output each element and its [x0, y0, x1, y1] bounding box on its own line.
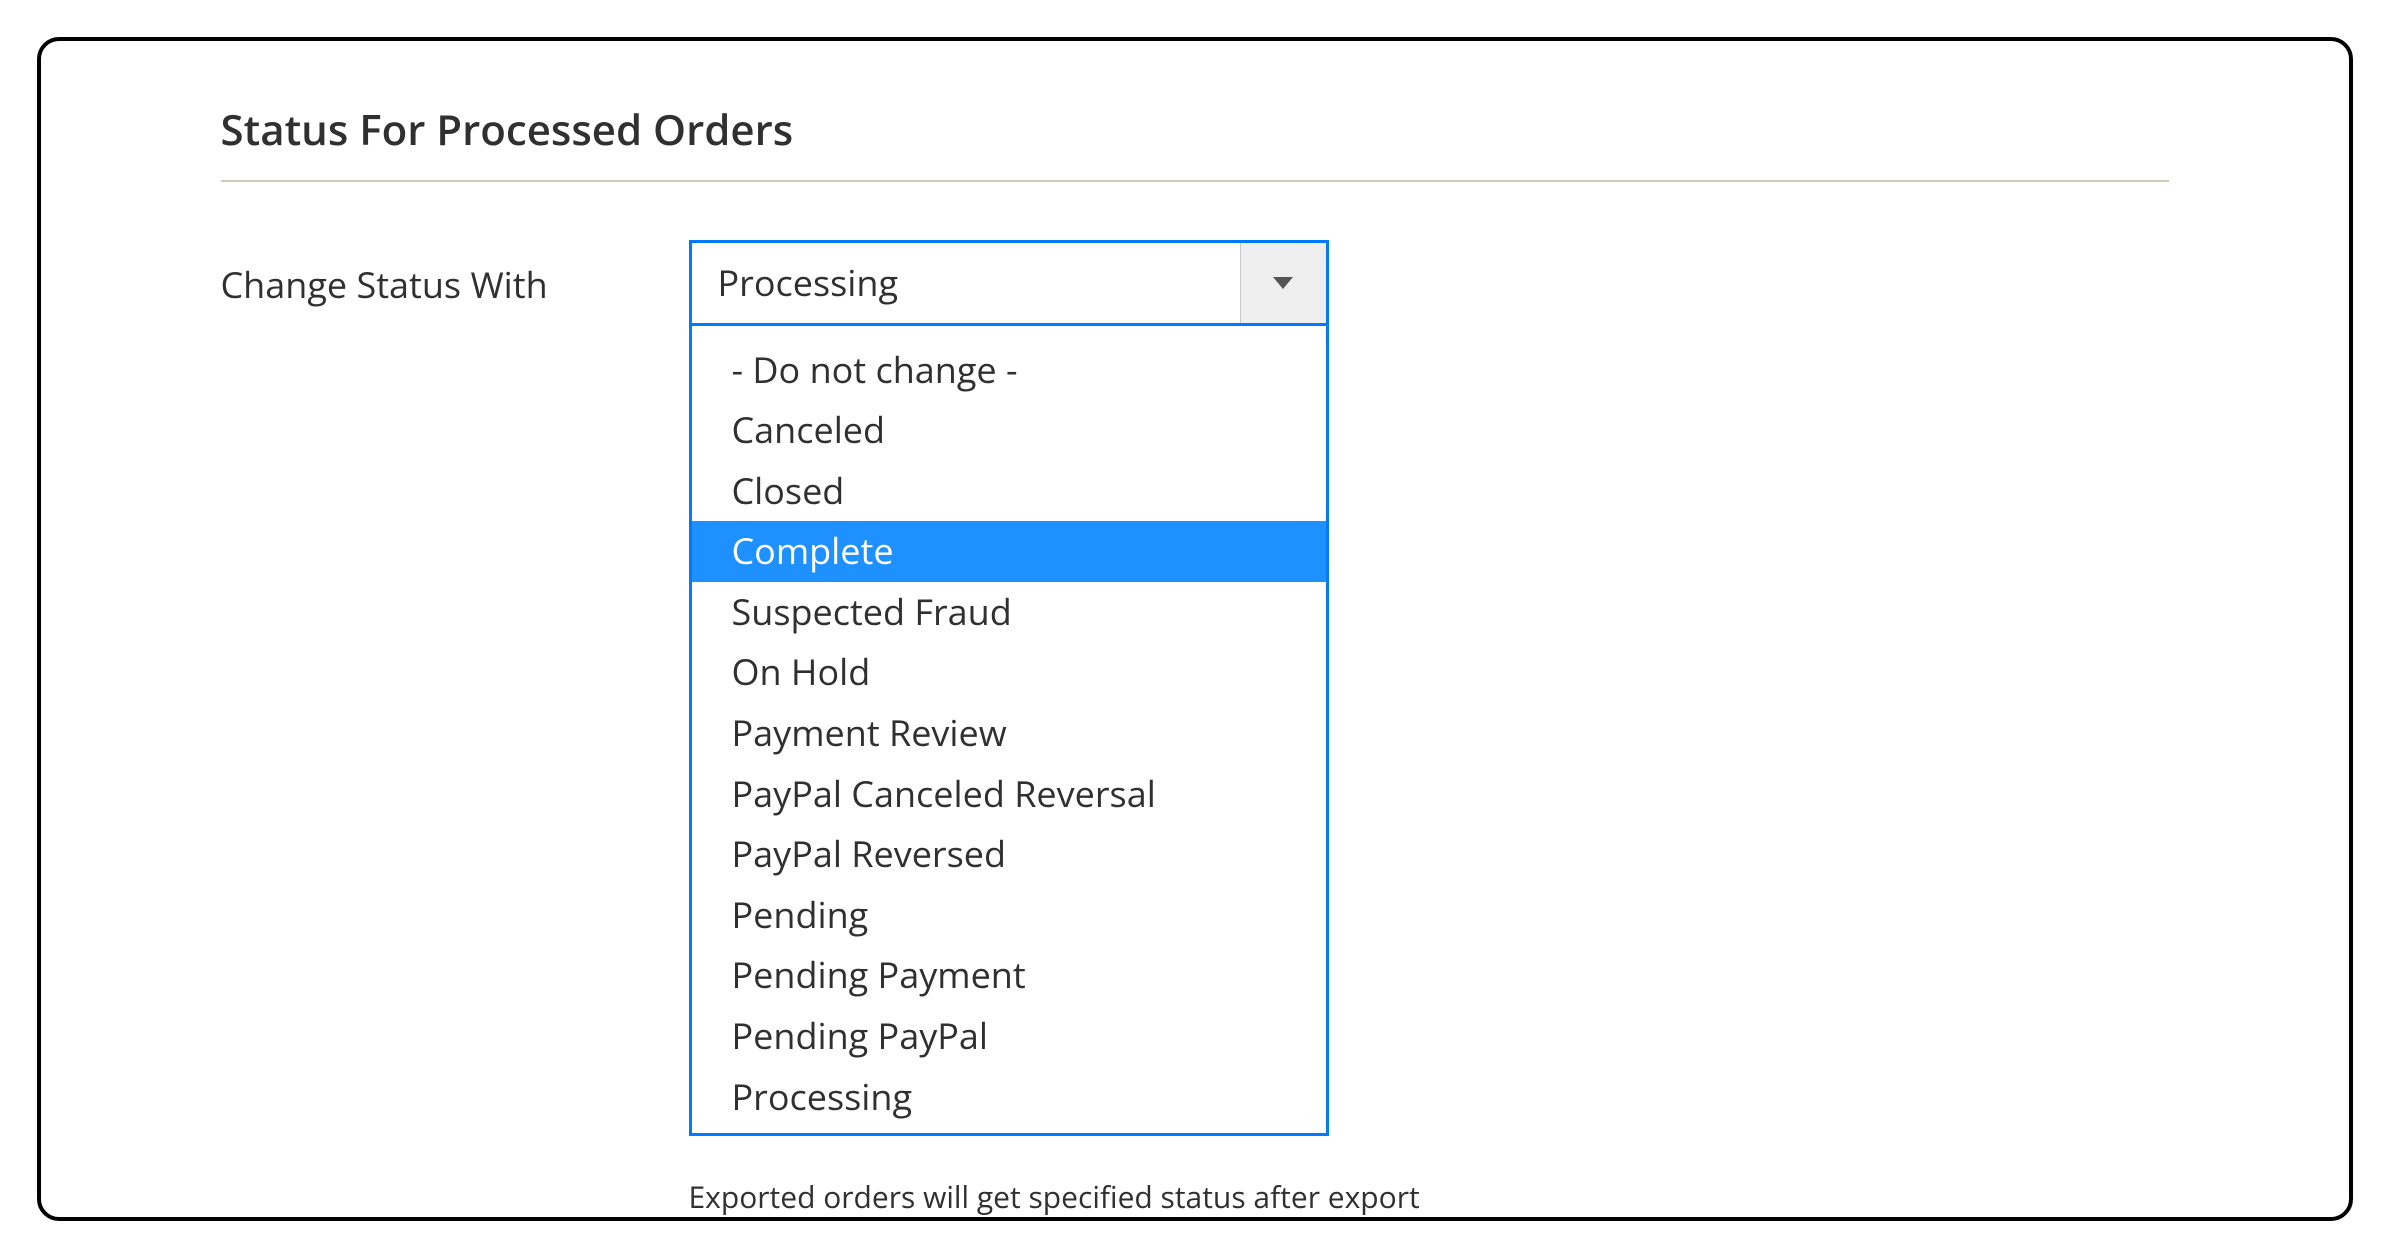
caret-down-icon — [1273, 277, 1293, 289]
status-select[interactable]: Processing — [689, 240, 1329, 326]
status-option[interactable]: - Do not change - — [692, 340, 1326, 401]
status-option[interactable]: Pending PayPal — [692, 1006, 1326, 1067]
status-option[interactable]: Canceled — [692, 400, 1326, 461]
section-title: Status For Processed Orders — [221, 101, 2169, 182]
field-label-change-status: Change Status With — [221, 240, 689, 309]
status-dropdown: - Do not change -CanceledClosedCompleteS… — [689, 326, 1329, 1137]
status-option[interactable]: Payment Review — [692, 703, 1326, 764]
field-help-text: Exported orders will get specified statu… — [689, 1176, 1420, 1217]
field-control-column: Processing - Do not change -CanceledClos… — [689, 240, 1420, 1218]
status-select-toggle[interactable] — [1240, 243, 1326, 323]
status-option[interactable]: On Hold — [692, 642, 1326, 703]
status-option[interactable]: Pending — [692, 885, 1326, 946]
status-select-value: Processing — [692, 243, 1240, 323]
status-option[interactable]: Processing — [692, 1067, 1326, 1128]
status-select-widget: Processing - Do not change -CanceledClos… — [689, 240, 1329, 1137]
config-panel: Status For Processed Orders Change Statu… — [37, 37, 2353, 1221]
status-option[interactable]: Pending Payment — [692, 945, 1326, 1006]
status-option[interactable]: Closed — [692, 461, 1326, 522]
status-option[interactable]: Suspected Fraud — [692, 582, 1326, 643]
status-option[interactable]: PayPal Reversed — [692, 824, 1326, 885]
field-row-change-status: Change Status With Processing - Do not c… — [221, 240, 2169, 1218]
status-option[interactable]: PayPal Canceled Reversal — [692, 764, 1326, 825]
status-option[interactable]: Complete — [692, 521, 1326, 582]
